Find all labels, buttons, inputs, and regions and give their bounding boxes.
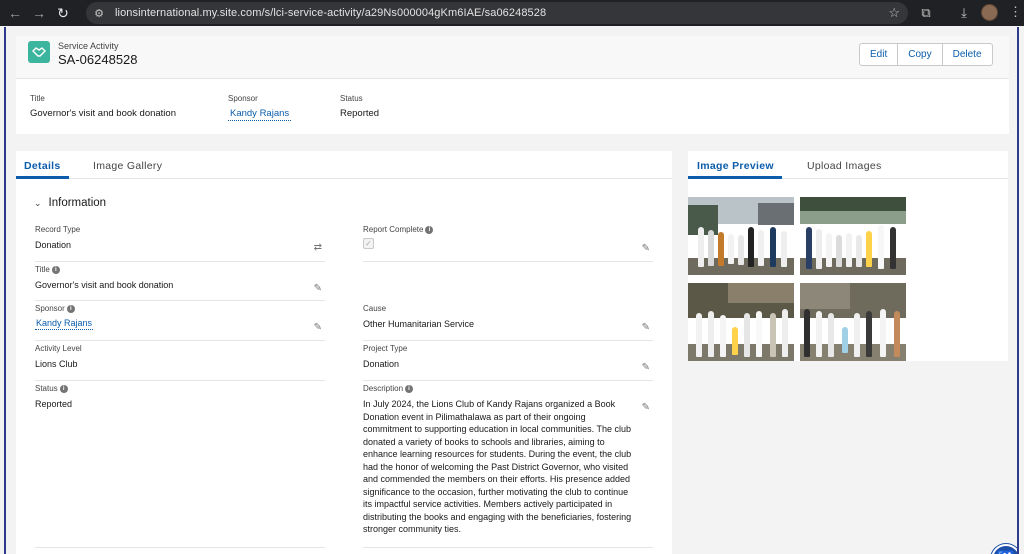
field-cause: Cause Other Humanitarian Service ✎ bbox=[363, 304, 653, 341]
tab-image-gallery[interactable]: Image Gallery bbox=[93, 160, 162, 172]
field-label: Record Type bbox=[35, 225, 81, 234]
gallery-photo[interactable] bbox=[688, 283, 794, 361]
field-activity-level: Activity Level Lions Club bbox=[35, 344, 325, 381]
forward-icon[interactable]: → bbox=[30, 4, 48, 22]
field-value: Other Humanitarian Service bbox=[363, 319, 475, 329]
browser-menu-icon[interactable]: ⋮ bbox=[1009, 4, 1022, 20]
url-text[interactable]: lionsinternational.my.site.com/s/lci-ser… bbox=[115, 7, 546, 19]
tab-image-preview[interactable]: Image Preview bbox=[697, 160, 774, 172]
gallery-photo[interactable] bbox=[800, 283, 906, 361]
highlight-status-value: Reported bbox=[340, 108, 380, 119]
field-report-complete: Report Complete i ✓ ✎ bbox=[363, 225, 653, 262]
gallery-photo[interactable] bbox=[688, 197, 794, 275]
reload-icon[interactable]: ↻ bbox=[54, 4, 72, 22]
field-label-text: Sponsor bbox=[35, 304, 65, 313]
field-sponsor: Sponsor i Kandy Rajans ✎ bbox=[35, 304, 325, 341]
delete-button[interactable]: Delete bbox=[943, 44, 992, 65]
field-label: Status i bbox=[35, 384, 325, 393]
highlight-status-label: Status bbox=[340, 94, 363, 103]
image-preview-card: Image Preview Upload Images bbox=[688, 151, 1008, 361]
details-card: Details Image Gallery ⌄ Information Reco… bbox=[16, 151, 672, 554]
accessibility-icon[interactable]: ♿ bbox=[991, 544, 1017, 554]
field-project-type: Project Type Donation ✎ bbox=[363, 344, 653, 381]
tab-details[interactable]: Details bbox=[24, 160, 61, 172]
field-label: Project Type bbox=[363, 344, 408, 353]
info-icon[interactable]: i bbox=[405, 384, 414, 393]
highlights-panel: Title Governor's visit and book donation… bbox=[16, 78, 1009, 134]
field-description: Description i In July 2024, the Lions Clu… bbox=[363, 384, 653, 548]
info-icon[interactable]: i bbox=[51, 265, 60, 274]
section-information[interactable]: ⌄ Information bbox=[34, 197, 106, 209]
profile-avatar[interactable] bbox=[981, 4, 998, 21]
field-label-text: Report Complete bbox=[363, 225, 424, 234]
active-tab-indicator bbox=[688, 176, 782, 179]
pencil-icon[interactable]: ✎ bbox=[314, 283, 322, 294]
field-value: Reported bbox=[35, 399, 73, 409]
field-value: Lions Club bbox=[35, 359, 78, 369]
download-icon[interactable]: ⤓ bbox=[956, 5, 972, 21]
field-title: Title i Governor's visit and book donatio… bbox=[35, 265, 325, 301]
field-label-text: Status bbox=[35, 384, 58, 393]
field-status: Status i Reported bbox=[35, 384, 325, 548]
service-activity-icon bbox=[28, 41, 50, 63]
browser-toolbar: ← → ↻ ⚙ lionsinternational.my.site.com/s… bbox=[0, 0, 1024, 26]
highlight-status: Status Reported bbox=[340, 94, 379, 119]
object-type-label: Service Activity bbox=[58, 41, 119, 51]
change-record-type-icon[interactable]: ⇄ bbox=[314, 242, 322, 253]
address-bar[interactable]: ⚙ lionsinternational.my.site.com/s/lci-s… bbox=[86, 2, 908, 24]
pencil-icon[interactable]: ✎ bbox=[642, 322, 650, 333]
record-header: Service Activity SA-06248528 Edit Copy D… bbox=[16, 36, 1009, 78]
field-label: Cause bbox=[363, 304, 387, 313]
highlight-sponsor-label: Sponsor bbox=[228, 94, 258, 103]
pencil-icon[interactable]: ✎ bbox=[314, 322, 322, 333]
field-value: Donation bbox=[35, 240, 72, 250]
highlight-title: Title Governor's visit and book donation bbox=[30, 94, 176, 119]
details-tabs: Details Image Gallery bbox=[16, 151, 672, 179]
info-icon[interactable]: i bbox=[59, 384, 68, 393]
pencil-icon[interactable]: ✎ bbox=[642, 402, 650, 413]
sponsor-link[interactable]: Kandy Rajans bbox=[35, 318, 94, 330]
back-icon[interactable]: ← bbox=[6, 4, 24, 22]
field-label-text: Title bbox=[35, 265, 50, 274]
field-record-type: Record Type Donation ⇄ bbox=[35, 225, 325, 262]
report-complete-checkbox[interactable]: ✓ bbox=[363, 238, 374, 249]
section-title: Information bbox=[48, 197, 107, 209]
description-text: In July 2024, the Lions Club of Kandy Ra… bbox=[363, 399, 632, 534]
highlight-title-value: Governor's visit and book donation bbox=[30, 108, 176, 119]
handshake-icon bbox=[32, 47, 46, 57]
bookmark-star-icon[interactable]: ☆ bbox=[888, 5, 900, 21]
active-tab-indicator bbox=[16, 176, 69, 179]
copy-button[interactable]: Copy bbox=[898, 44, 943, 65]
edit-button[interactable]: Edit bbox=[860, 44, 899, 65]
field-label: Title i bbox=[35, 265, 325, 274]
info-icon[interactable]: i bbox=[66, 304, 75, 313]
extensions-icon[interactable]: ⧉ bbox=[918, 5, 934, 21]
field-value: Governor's visit and book donation bbox=[35, 280, 174, 290]
field-label: Description i bbox=[363, 384, 653, 393]
image-tabs: Image Preview Upload Images bbox=[688, 151, 1008, 179]
field-label: Activity Level bbox=[35, 344, 82, 353]
highlight-title-label: Title bbox=[30, 94, 45, 103]
action-button-group: Edit Copy Delete bbox=[859, 43, 993, 66]
record-name: SA-06248528 bbox=[58, 52, 138, 67]
tab-upload-images[interactable]: Upload Images bbox=[807, 160, 882, 172]
gallery-photo[interactable] bbox=[800, 197, 906, 275]
field-label: Report Complete i bbox=[363, 225, 653, 234]
pencil-icon[interactable]: ✎ bbox=[642, 362, 650, 373]
highlight-sponsor: Sponsor Kandy Rajans bbox=[228, 94, 292, 121]
field-value: Donation bbox=[363, 359, 400, 369]
pencil-icon[interactable]: ✎ bbox=[642, 243, 650, 254]
field-label-text: Description bbox=[363, 384, 404, 393]
highlight-sponsor-link[interactable]: Kandy Rajans bbox=[228, 108, 292, 121]
site-info-icon[interactable]: ⚙ bbox=[92, 6, 106, 20]
chevron-down-icon: ⌄ bbox=[34, 197, 42, 208]
page-content: Service Activity SA-06248528 Edit Copy D… bbox=[4, 27, 1019, 554]
field-label: Sponsor i bbox=[35, 304, 325, 313]
info-icon[interactable]: i bbox=[425, 225, 434, 234]
